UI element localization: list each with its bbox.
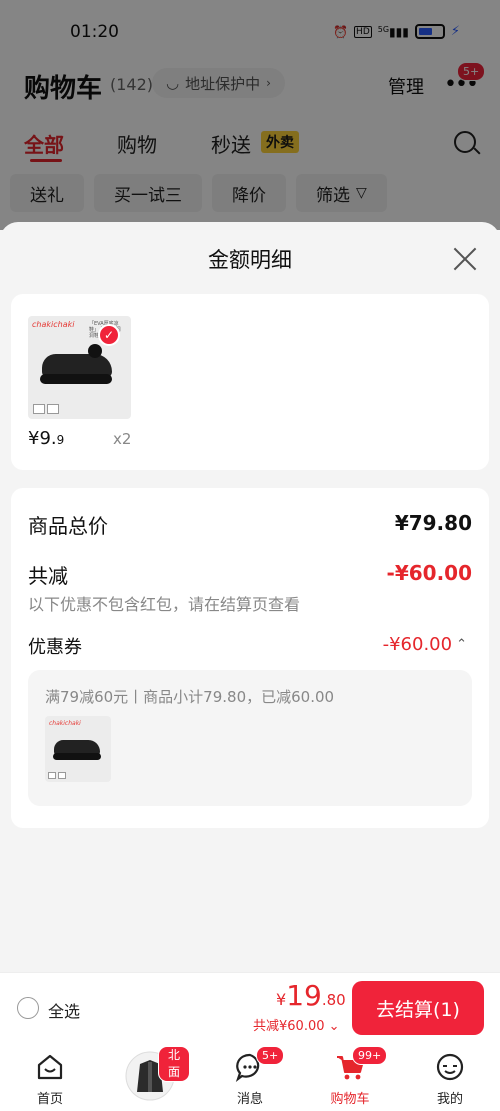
checkout-discount-toggle[interactable]: 共减¥60.00 ⌄ bbox=[253, 1015, 340, 1034]
feature-icons bbox=[48, 772, 66, 779]
total-int: 19 bbox=[286, 979, 322, 1012]
coupon-toggle[interactable]: -¥60.00 ⌃ bbox=[383, 634, 467, 655]
total-dec: .80 bbox=[321, 991, 346, 1009]
profile-icon bbox=[436, 1053, 464, 1081]
sheet-title: 金额明细 bbox=[208, 248, 292, 272]
coupon-detail-box: 满79减60元丨商品小计79.80，已减60.00 chakichaki bbox=[28, 670, 472, 806]
checkout-discount: 共减¥60.00 bbox=[253, 1019, 325, 1034]
total-value: ¥79.80 bbox=[394, 511, 472, 535]
nav-cart-badge: 99+ bbox=[352, 1046, 388, 1065]
brand-logo: chakichaki bbox=[49, 720, 81, 727]
brand-logo: chakichaki bbox=[32, 320, 75, 329]
coupon-product-thumbnail: chakichaki bbox=[45, 716, 111, 782]
coupon-value: -¥60.00 bbox=[382, 634, 453, 655]
dim-overlay[interactable] bbox=[0, 0, 500, 230]
bottom-nav: 首页 北面 5+ 消息 99+ 购物车 我的 bbox=[0, 1042, 500, 1111]
select-all-checkbox[interactable] bbox=[17, 997, 39, 1019]
item-card: chakichaki 「EVA厚底凉鞋」 百搭款洞洞鞋 ✓ ¥9.9 x2 bbox=[11, 294, 489, 470]
nav-label: 首页 bbox=[36, 1092, 63, 1107]
price-dec: 9 bbox=[56, 433, 65, 447]
selected-check-icon[interactable]: ✓ bbox=[98, 324, 120, 346]
checkout-total: ¥ 19 .80 bbox=[276, 979, 346, 1012]
total-label: 商品总价 bbox=[28, 514, 108, 538]
checkout-button[interactable]: 去结算(1) bbox=[352, 981, 484, 1035]
nav-label: 我的 bbox=[436, 1092, 463, 1107]
reduce-note: 以下优惠不包含红包，请在结算页查看 bbox=[28, 595, 301, 614]
summary-card: 商品总价 ¥79.80 共减 -¥60.00 以下优惠不包含红包，请在结算页查看… bbox=[11, 488, 489, 828]
close-icon[interactable] bbox=[452, 246, 478, 272]
checkout-bar: 全选 ¥ 19 .80 共减¥60.00 ⌄ 去结算(1) bbox=[0, 972, 500, 1042]
chevron-up-icon: ⌃ bbox=[456, 637, 467, 652]
coupon-label: 优惠券 bbox=[28, 637, 82, 658]
select-all-label[interactable]: 全选 bbox=[48, 998, 80, 1022]
coupon-description: 满79减60元丨商品小计79.80，已减60.00 bbox=[45, 688, 335, 706]
item-price: ¥9.9 bbox=[28, 428, 64, 449]
reduce-label: 共减 bbox=[28, 564, 68, 588]
feature-icons bbox=[33, 404, 59, 414]
shoe-sole bbox=[53, 753, 101, 760]
reduce-value: -¥60.00 bbox=[386, 561, 472, 585]
nav-label: 购物车 bbox=[330, 1092, 370, 1107]
home-icon bbox=[37, 1054, 63, 1080]
checkout-button-label: 去结算(1) bbox=[376, 998, 460, 1021]
nav-label: 消息 bbox=[236, 1092, 263, 1107]
chevron-down-icon: ⌄ bbox=[328, 1019, 340, 1034]
price-int: ¥9. bbox=[28, 428, 57, 449]
shoe-sole bbox=[40, 374, 112, 384]
shoe-strap bbox=[88, 344, 102, 358]
nav-promo-badge: 北面 bbox=[158, 1046, 190, 1082]
amount-detail-sheet: 金额明细 chakichaki 「EVA厚底凉鞋」 百搭款洞洞鞋 ✓ ¥9.9 … bbox=[0, 222, 500, 982]
item-quantity: x2 bbox=[113, 430, 132, 448]
currency-symbol: ¥ bbox=[276, 990, 287, 1009]
nav-messages-badge: 5+ bbox=[256, 1046, 285, 1065]
product-thumbnail[interactable]: chakichaki 「EVA厚底凉鞋」 百搭款洞洞鞋 ✓ bbox=[28, 316, 131, 419]
